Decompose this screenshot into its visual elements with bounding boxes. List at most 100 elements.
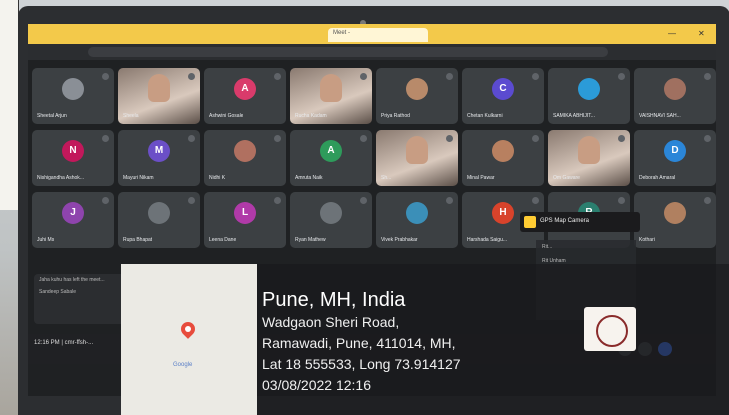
geotag-info: Pune, MH, India Wadgaon Sheri Road, Rama…: [262, 288, 461, 396]
mic-off-icon: [704, 197, 711, 204]
participant-name: Sheetal Arjun: [37, 113, 67, 119]
side-item-1: Rit...: [542, 244, 553, 250]
participant-tile[interactable]: D Deborah Amaral: [634, 130, 716, 186]
participant-tile[interactable]: N Nishigandha Ashok...: [32, 130, 114, 186]
mic-off-icon: [188, 73, 195, 80]
avatar: [406, 78, 428, 100]
mini-map: [121, 264, 257, 415]
avatar: [406, 202, 428, 224]
browser-tab-2[interactable]: [123, 28, 208, 42]
mic-off-icon: [532, 135, 539, 142]
geotag-coords: Lat 18 555533, Long 73.914127: [262, 356, 461, 372]
avatar: A: [234, 78, 256, 100]
participant-name: Rupa Bhapat: [123, 237, 153, 243]
participant-name: Nidhi K: [209, 175, 226, 181]
mic-off-icon: [618, 197, 625, 204]
participant-name: Kothari: [639, 237, 655, 243]
participant-name: Ashwini Gosale: [209, 113, 244, 119]
participant-name: Nishigandha Ashok...: [37, 175, 84, 181]
participant-name: Leena Dane: [209, 237, 237, 243]
participant-video: [578, 136, 600, 164]
mic-off-icon: [704, 135, 711, 142]
avatar: [234, 140, 256, 162]
participant-tile[interactable]: Rupa Bhapat: [118, 192, 200, 248]
participant-name: Chetan Kulkarni: [467, 113, 503, 119]
participant-tile[interactable]: Sheela: [118, 68, 200, 124]
participant-tile[interactable]: Om Gaware: [548, 130, 630, 186]
participant-tile[interactable]: VAISHNAVI SAH...: [634, 68, 716, 124]
participant-name: Rucha Kadam: [295, 113, 327, 119]
participant-tile[interactable]: M Mayuri Nikam: [118, 130, 200, 186]
mic-off-icon: [188, 135, 195, 142]
mic-off-icon: [274, 197, 281, 204]
participant-tile[interactable]: L Leena Dane: [204, 192, 286, 248]
meeting-time: 12:16 PM | cmr-ffsh-...: [34, 340, 94, 346]
participant-tile[interactable]: Nidhi K: [204, 130, 286, 186]
paper-edge: [0, 0, 19, 210]
participant-video: [320, 74, 342, 102]
mic-off-icon: [360, 197, 367, 204]
geotag-city: Pune, MH, India: [262, 289, 406, 311]
url-field[interactable]: [88, 47, 608, 57]
participant-name: Sheela: [123, 113, 139, 119]
participant-name: SAMIKA ABHIJIT...: [553, 113, 595, 119]
participant-name: Ryan Mathew: [295, 237, 326, 243]
close-icon[interactable]: ✕: [698, 29, 705, 38]
mic-off-icon: [360, 73, 367, 80]
avatar: J: [62, 202, 84, 224]
avatar: [320, 202, 342, 224]
participant-name: Priya Rathod: [381, 113, 410, 119]
avatar: [492, 140, 514, 162]
participant-tile[interactable]: Sh...: [376, 130, 458, 186]
participant-tile[interactable]: J Juhi Ms: [32, 192, 114, 248]
geotag-datetime: 03/08/2022 12:16: [262, 377, 371, 393]
address-bar: [28, 44, 716, 60]
gps-camera-app: GPS Map Camera: [520, 212, 640, 232]
avatar: [62, 78, 84, 100]
mic-off-icon: [446, 135, 453, 142]
participant-tile[interactable]: SAMIKA ABHIJIT...: [548, 68, 630, 124]
mic-off-icon: [274, 135, 281, 142]
avatar: [148, 202, 170, 224]
browser-tab-4[interactable]: [438, 28, 558, 42]
participant-name: Vivek Prabhakar: [381, 237, 418, 243]
mic-off-icon: [704, 73, 711, 80]
participant-tile[interactable]: Minal Pawar: [462, 130, 544, 186]
participant-tile[interactable]: Priya Rathod: [376, 68, 458, 124]
avatar: L: [234, 202, 256, 224]
mic-off-icon: [446, 73, 453, 80]
mic-off-icon: [618, 135, 625, 142]
participant-tile[interactable]: A Amruta Naik: [290, 130, 372, 186]
participant-tile[interactable]: Vivek Prabhakar: [376, 192, 458, 248]
participant-name: Amruta Naik: [295, 175, 323, 181]
participant-tile[interactable]: Kothari: [634, 192, 716, 248]
participant-name: Mayuri Nikam: [123, 175, 154, 181]
participant-tile[interactable]: Sheetal Arjun: [32, 68, 114, 124]
participant-name: Harshada Saigu...: [467, 237, 508, 243]
mic-off-icon: [532, 197, 539, 204]
mic-off-icon: [618, 73, 625, 80]
participant-tile[interactable]: A Ashwini Gosale: [204, 68, 286, 124]
map-brand: Google: [173, 362, 193, 368]
avatar: [578, 78, 600, 100]
mic-off-icon: [102, 197, 109, 204]
avatar: N: [62, 140, 84, 162]
institution-logo: [584, 307, 636, 351]
participant-name: Om Gaware: [553, 175, 580, 181]
seal-icon: [596, 315, 628, 347]
browser-tab-1[interactable]: [34, 28, 119, 42]
avatar: [664, 78, 686, 100]
mic-off-icon: [446, 197, 453, 204]
mic-off-icon: [102, 73, 109, 80]
participant-name: Deborah Amaral: [639, 175, 676, 181]
participant-tile[interactable]: C Chetan Kulkarni: [462, 68, 544, 124]
minimize-icon[interactable]: —: [668, 29, 676, 38]
participant-video: [148, 74, 170, 102]
avatar: H: [492, 202, 514, 224]
avatar: C: [492, 78, 514, 100]
avatar: M: [148, 140, 170, 162]
browser-tab-meet[interactable]: Meet -: [328, 28, 428, 42]
participant-name: Sh...: [381, 175, 392, 181]
participant-tile[interactable]: Ryan Mathew: [290, 192, 372, 248]
participant-tile[interactable]: Rucha Kadam: [290, 68, 372, 124]
